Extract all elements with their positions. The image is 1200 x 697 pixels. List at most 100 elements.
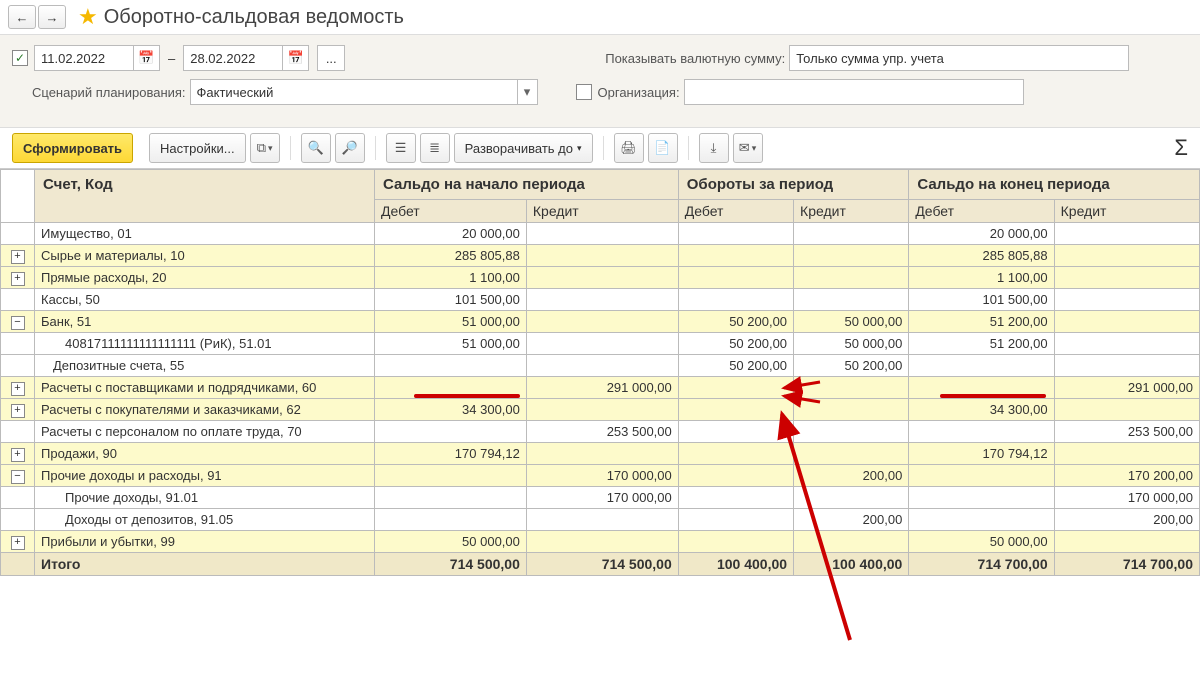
value-cell bbox=[794, 245, 909, 267]
table-row[interactable]: 40817111111111111111 (РиК), 51.0151 000,… bbox=[1, 333, 1200, 355]
account-cell: Банк, 51 bbox=[35, 311, 375, 333]
chevron-down-icon: ▾ bbox=[752, 143, 757, 154]
value-cell: 1 100,00 bbox=[375, 267, 527, 289]
tree-toggle-cell[interactable]: + bbox=[1, 443, 35, 465]
value-cell bbox=[375, 509, 527, 531]
date-to-input[interactable]: 28.02.2022 bbox=[183, 45, 283, 71]
value-cell: 51 000,00 bbox=[375, 333, 527, 355]
tree-toggle-cell[interactable]: + bbox=[1, 399, 35, 421]
value-cell bbox=[678, 399, 793, 421]
date-dash: – bbox=[168, 51, 175, 66]
calendar-icon[interactable]: 📅 bbox=[134, 45, 160, 71]
expand-icon[interactable]: + bbox=[11, 404, 25, 418]
expand-icon[interactable]: + bbox=[11, 536, 25, 550]
table-row[interactable]: Имущество, 0120 000,0020 000,00 bbox=[1, 223, 1200, 245]
collapse-icon[interactable]: − bbox=[11, 316, 25, 330]
tree-toggle-cell[interactable]: + bbox=[1, 245, 35, 267]
window-header: ← → ★ Оборотно-сальдовая ведомость bbox=[0, 0, 1200, 35]
table-row[interactable]: Депозитные счета, 5550 200,0050 200,00 bbox=[1, 355, 1200, 377]
value-cell bbox=[526, 443, 678, 465]
report-table: Счет, Код Сальдо на начало периода Оборо… bbox=[0, 169, 1200, 576]
chevron-down-icon[interactable]: ▾ bbox=[518, 79, 538, 105]
copy-button[interactable]: ⧉▾ bbox=[250, 133, 280, 163]
period-dialog-button[interactable]: ... bbox=[317, 45, 345, 71]
date-from-input[interactable]: 11.02.2022 bbox=[34, 45, 134, 71]
preview-button[interactable]: 📄 bbox=[648, 133, 678, 163]
org-select[interactable] bbox=[684, 79, 1024, 105]
table-row[interactable]: Прочие доходы, 91.01170 000,00170 000,00 bbox=[1, 487, 1200, 509]
zoom-in-button[interactable]: 🔍 bbox=[301, 133, 331, 163]
collapse-icon[interactable]: − bbox=[11, 470, 25, 484]
print-button[interactable]: 🖨 bbox=[614, 133, 644, 163]
save-button[interactable]: ⤓ bbox=[699, 133, 729, 163]
value-cell bbox=[1054, 399, 1199, 421]
tree-toggle-cell[interactable]: + bbox=[1, 377, 35, 399]
group-button-1[interactable]: ☰ bbox=[386, 133, 416, 163]
table-row[interactable]: +Прибыли и убытки, 9950 000,0050 000,00 bbox=[1, 531, 1200, 553]
value-cell bbox=[794, 267, 909, 289]
table-row[interactable]: Доходы от депозитов, 91.05200,00200,00 bbox=[1, 509, 1200, 531]
account-cell: Продажи, 90 bbox=[35, 443, 375, 465]
value-cell bbox=[794, 443, 909, 465]
tree-toggle-cell bbox=[1, 355, 35, 377]
value-cell: 101 500,00 bbox=[375, 289, 527, 311]
table-row[interactable]: −Прочие доходы и расходы, 91170 000,0020… bbox=[1, 465, 1200, 487]
expand-icon[interactable]: + bbox=[11, 250, 25, 264]
currency-select[interactable]: Только сумма упр. учета bbox=[789, 45, 1129, 71]
scenario-select[interactable]: Фактический bbox=[190, 79, 518, 105]
account-cell: Итого bbox=[35, 553, 375, 576]
period-checkbox[interactable]: ✓ bbox=[12, 50, 28, 66]
tree-toggle-cell[interactable]: + bbox=[1, 531, 35, 553]
table-row[interactable]: −Банк, 5151 000,0050 200,0050 000,0051 2… bbox=[1, 311, 1200, 333]
list-icon: ☰ bbox=[395, 140, 407, 156]
table-row[interactable]: +Прямые расходы, 201 100,001 100,00 bbox=[1, 267, 1200, 289]
expand-icon[interactable]: + bbox=[11, 272, 25, 286]
zoom-out-button[interactable]: 🔎 bbox=[335, 133, 365, 163]
tree-toggle-cell bbox=[1, 509, 35, 531]
back-button[interactable]: ← bbox=[8, 5, 36, 29]
value-cell bbox=[1054, 289, 1199, 311]
tree-toggle-cell bbox=[1, 487, 35, 509]
value-cell: 50 000,00 bbox=[794, 333, 909, 355]
account-cell: Прочие доходы, 91.01 bbox=[35, 487, 375, 509]
sigma-icon[interactable]: Σ bbox=[1174, 135, 1188, 161]
col-turn-credit: Кредит bbox=[794, 200, 909, 223]
table-row[interactable]: +Расчеты с поставщиками и подрядчиками, … bbox=[1, 377, 1200, 399]
table-row[interactable]: +Продажи, 90170 794,12170 794,12 bbox=[1, 443, 1200, 465]
zoom-in-icon: 🔍 bbox=[308, 140, 324, 156]
tree-toggle-cell[interactable]: − bbox=[1, 465, 35, 487]
expand-button[interactable]: Разворачивать до▾ bbox=[454, 133, 593, 163]
value-cell: 34 300,00 bbox=[909, 399, 1054, 421]
star-icon[interactable]: ★ bbox=[78, 4, 98, 30]
expand-icon[interactable]: + bbox=[11, 448, 25, 462]
settings-button[interactable]: Настройки... bbox=[149, 133, 246, 163]
form-button[interactable]: Сформировать bbox=[12, 133, 133, 163]
value-cell bbox=[1054, 223, 1199, 245]
group-button-2[interactable]: ≣ bbox=[420, 133, 450, 163]
account-cell: Расчеты с персоналом по оплате труда, 70 bbox=[35, 421, 375, 443]
value-cell bbox=[375, 355, 527, 377]
value-cell bbox=[1054, 531, 1199, 553]
value-cell bbox=[678, 443, 793, 465]
value-cell: 34 300,00 bbox=[375, 399, 527, 421]
expand-icon[interactable]: + bbox=[11, 382, 25, 396]
calendar-icon[interactable]: 📅 bbox=[283, 45, 309, 71]
table-row[interactable]: Кассы, 50101 500,00101 500,00 bbox=[1, 289, 1200, 311]
value-cell bbox=[794, 421, 909, 443]
table-row[interactable]: Итого714 500,00714 500,00100 400,00100 4… bbox=[1, 553, 1200, 576]
table-row[interactable]: +Сырье и материалы, 10285 805,88285 805,… bbox=[1, 245, 1200, 267]
value-cell bbox=[1054, 311, 1199, 333]
account-cell: Кассы, 50 bbox=[35, 289, 375, 311]
value-cell bbox=[909, 377, 1054, 399]
mail-button[interactable]: ✉▾ bbox=[733, 133, 763, 163]
value-cell bbox=[526, 267, 678, 289]
org-checkbox[interactable] bbox=[576, 84, 592, 100]
forward-button[interactable]: → bbox=[38, 5, 66, 29]
tree-toggle-cell bbox=[1, 333, 35, 355]
tree-toggle-cell[interactable]: − bbox=[1, 311, 35, 333]
value-cell: 100 400,00 bbox=[794, 553, 909, 576]
account-cell: Прибыли и убытки, 99 bbox=[35, 531, 375, 553]
tree-toggle-cell[interactable]: + bbox=[1, 267, 35, 289]
table-row[interactable]: Расчеты с персоналом по оплате труда, 70… bbox=[1, 421, 1200, 443]
table-row[interactable]: +Расчеты с покупателями и заказчиками, 6… bbox=[1, 399, 1200, 421]
